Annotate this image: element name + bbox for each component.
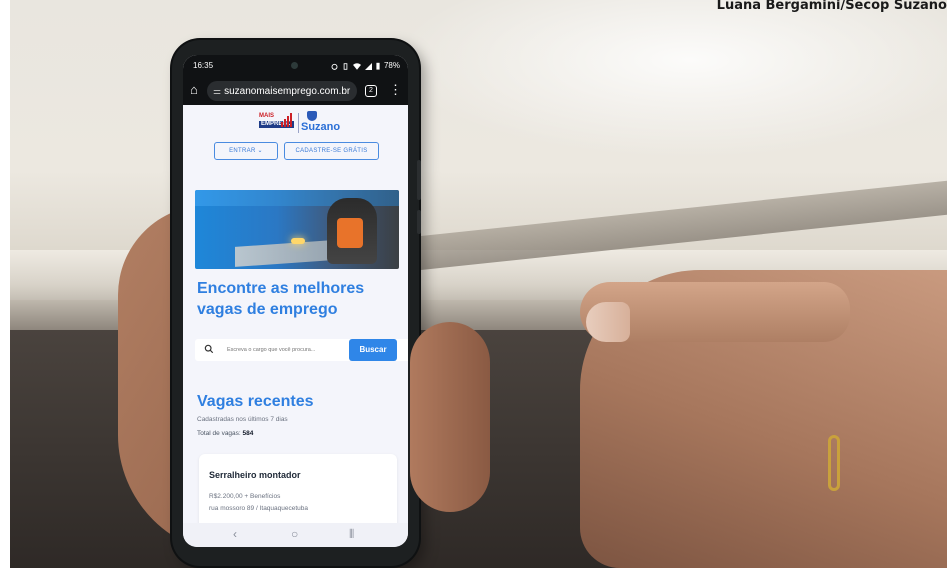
url-text: suzanomaisemprego.com.br xyxy=(224,86,351,97)
hero-worker-vest xyxy=(337,218,363,248)
front-camera xyxy=(291,62,298,69)
pointing-finger xyxy=(580,282,850,342)
volume-button xyxy=(417,160,421,200)
photo-credit: Luana Bergamini/Secop Suzano xyxy=(716,0,947,13)
job-card[interactable]: Serralheiro montador R$2.200,00 + Benefí… xyxy=(199,454,397,534)
hero-welding-spark xyxy=(291,238,305,244)
login-label: ENTRAR xyxy=(229,148,256,154)
search-icon xyxy=(204,344,214,354)
right-hand xyxy=(580,270,947,568)
left-hand-fingers xyxy=(410,322,490,512)
status-bar: 16:35 78% xyxy=(183,55,408,77)
status-time: 16:35 xyxy=(193,61,214,70)
total-jobs-label: Total de vagas: xyxy=(197,430,241,437)
recent-jobs-subtitle: Cadastradas nos últimos 7 dias xyxy=(197,416,288,423)
phone-screen: 16:35 78% ⌂ ⚌ suzanomaisemprego.com.br 2 … xyxy=(183,55,408,547)
status-icons: 78% xyxy=(331,55,400,77)
recent-jobs-title: Vagas recentes xyxy=(197,393,314,410)
site-settings-icon[interactable]: ⚌ xyxy=(213,86,221,96)
fingernail xyxy=(586,302,630,342)
headline-line-2: vagas de emprego xyxy=(197,301,338,318)
job-search-bar: Buscar xyxy=(195,339,408,361)
wedding-ring xyxy=(828,435,840,491)
home-icon[interactable]: ⌂ xyxy=(190,83,198,97)
home-circle-icon[interactable]: ○ xyxy=(291,527,298,541)
logo-divider xyxy=(298,113,299,133)
android-nav-bar: ‹ ○ ⦀ xyxy=(183,523,408,547)
search-button[interactable]: Buscar xyxy=(349,339,397,361)
hero-image xyxy=(195,190,399,269)
battery-level: 78% xyxy=(383,61,400,70)
job-pay: R$2.200,00 + Benefícios xyxy=(209,493,281,500)
address-bar[interactable]: ⚌ suzanomaisemprego.com.br xyxy=(207,81,357,101)
city-crest-icon xyxy=(307,111,317,121)
hero-headline: Encontre as melhores vagas de emprego xyxy=(197,278,397,320)
more-menu-icon[interactable]: ⋮ xyxy=(389,82,402,98)
search-input[interactable] xyxy=(227,342,345,358)
logo-bars-icon xyxy=(281,113,292,127)
vibrate-icon xyxy=(343,62,348,70)
power-button xyxy=(417,210,421,234)
recent-apps-icon[interactable]: ⦀ xyxy=(349,527,354,541)
total-jobs-count: 584 xyxy=(242,430,254,437)
wifi-icon xyxy=(352,62,361,70)
login-button[interactable]: ENTRAR ⌄ xyxy=(214,142,278,160)
signup-button[interactable]: CADASTRE-SE GRÁTIS xyxy=(284,142,379,160)
site-logo[interactable]: MAIS EMPREGO Suzano xyxy=(251,111,351,137)
signal-icon xyxy=(364,62,372,70)
job-title: Serralheiro montador xyxy=(209,470,301,480)
browser-toolbar: ⌂ ⚌ suzanomaisemprego.com.br 2 ⋮ xyxy=(183,77,408,105)
alarm-icon xyxy=(331,63,338,70)
city-name: Suzano xyxy=(301,121,341,133)
job-address: rua mossoro 89 / Itaquaquecetuba xyxy=(209,505,309,512)
total-jobs: Total de vagas: 584 xyxy=(197,430,253,438)
back-icon[interactable]: ‹ xyxy=(233,527,237,541)
battery-icon xyxy=(376,62,380,70)
headline-line-1: Encontre as melhores xyxy=(197,280,365,297)
tab-switcher-button[interactable]: 2 xyxy=(365,85,377,97)
chevron-down-icon: ⌄ xyxy=(257,148,263,154)
